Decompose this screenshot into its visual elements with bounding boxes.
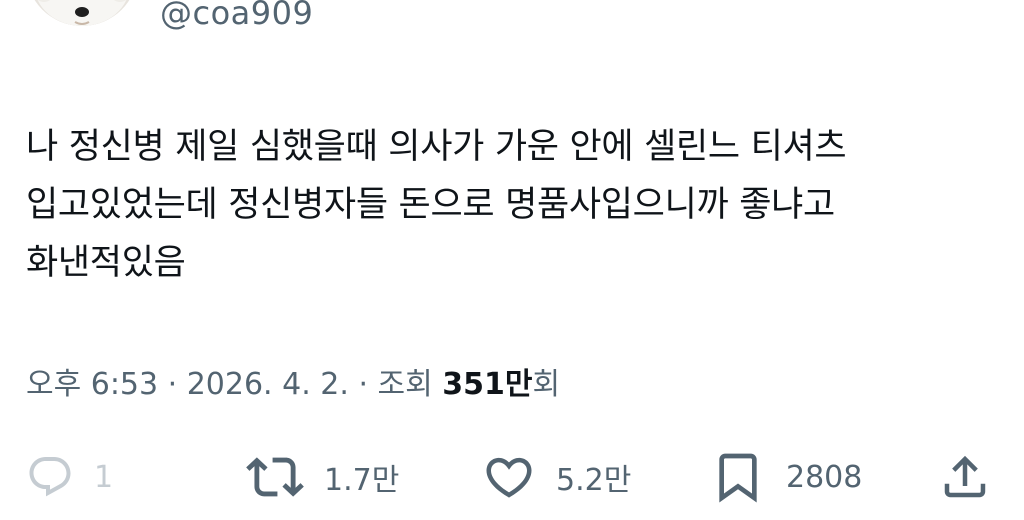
retweet-count: 1.7만 [324,463,400,498]
retweet-button[interactable]: 1.7만 [246,446,399,508]
reply-count: 1 [94,459,114,495]
tweet-line: 입고있었는데 정신병자들 돈으로 명품사입으니까 좋냐고 [26,185,835,225]
avatar[interactable] [26,0,138,26]
bookmark-count: 2808 [786,459,863,495]
share-button[interactable] [938,446,992,508]
bookmark-icon [719,453,757,503]
retweet-icon [246,457,304,497]
reply-icon [29,457,71,497]
heart-icon [486,457,532,498]
view-count: 351만 [442,367,533,402]
author-handle[interactable]: @coa909 [160,0,313,32]
tweet-meta: 오후 6:53 · 2026. 4. 2. · 조회 351만회 [26,362,560,408]
view-count-suffix: 회 [532,367,561,402]
timestamp-date[interactable]: 오후 6:53 · 2026. 4. 2. · 조회 [26,367,442,402]
dog-avatar-icon [26,0,138,26]
tweet-line: 화낸적있음 [26,243,186,283]
reply-button[interactable]: 1 [26,446,113,508]
like-count: 5.2만 [556,463,632,498]
share-icon [944,455,986,498]
tweet-text: 나 정신병 제일 심했을때 의사가 가운 안에 셀린느 티셔츠 입고있었는데 정… [26,118,1001,292]
bookmark-button[interactable]: 2808 [710,446,862,508]
action-bar: 1 1.7만 5.2만 2808 [0,446,1024,508]
tweet-line: 나 정신병 제일 심했을때 의사가 가운 안에 셀린느 티셔츠 [26,127,847,167]
like-button[interactable]: 5.2만 [482,446,631,508]
